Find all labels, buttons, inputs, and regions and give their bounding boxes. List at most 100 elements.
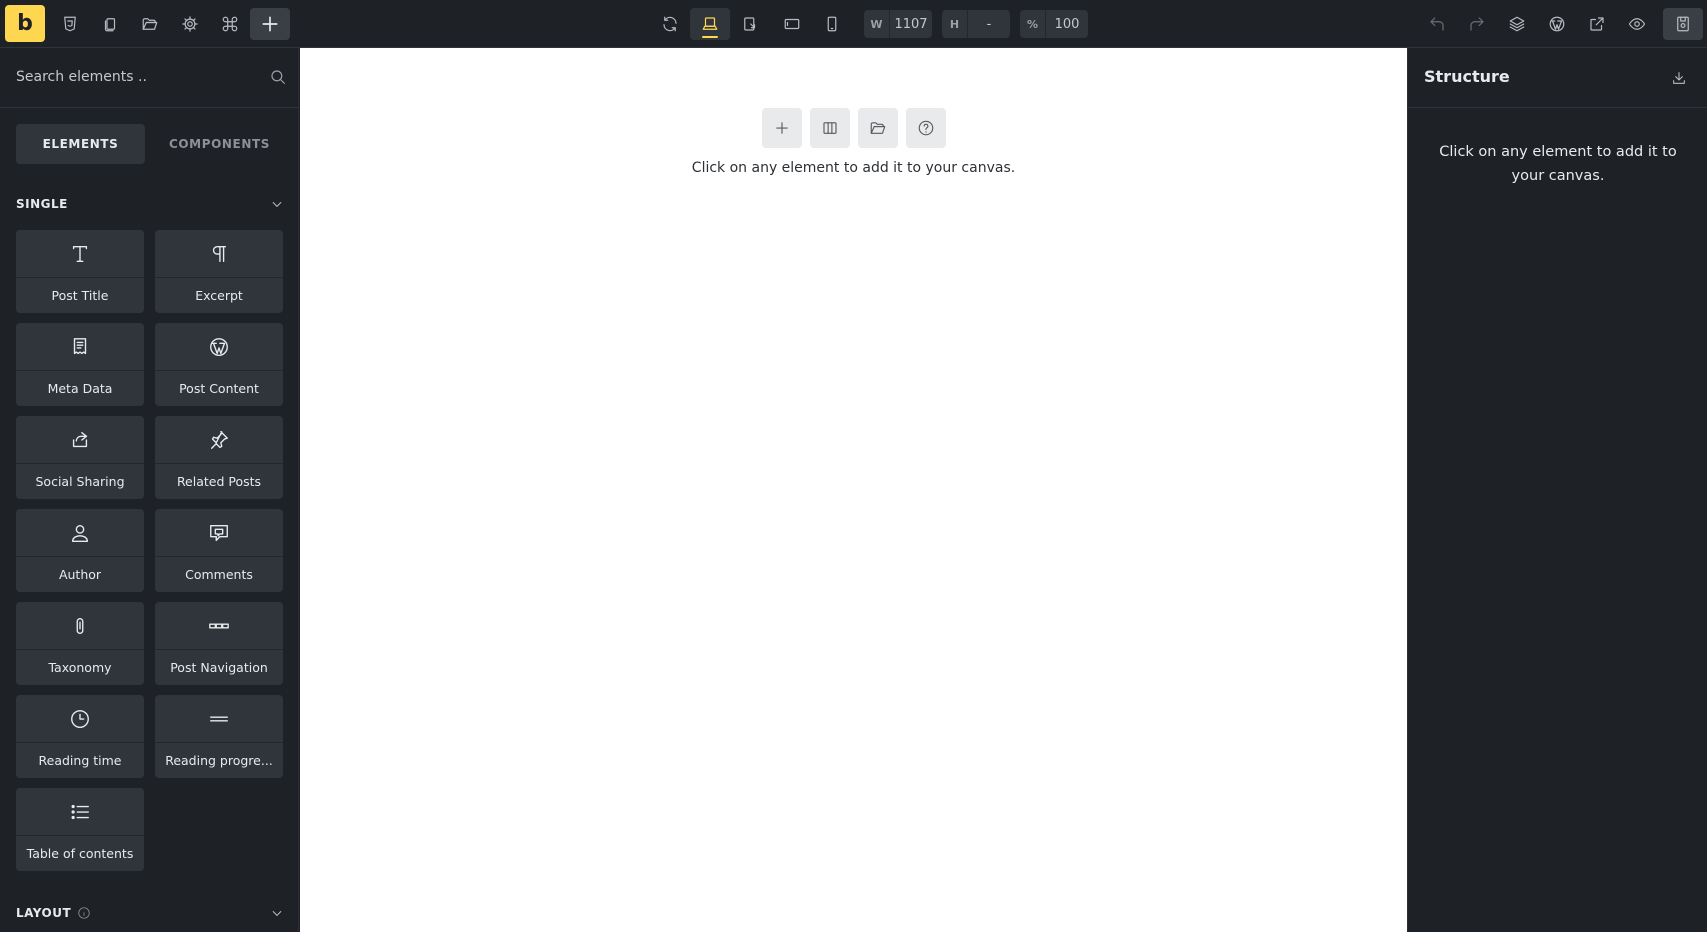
layers-icon	[1509, 16, 1525, 32]
structure-title: Structure	[1424, 67, 1510, 86]
pin-icon	[210, 430, 228, 449]
zoom-field[interactable]: % 100	[1020, 10, 1088, 38]
wordpress-icon	[1549, 16, 1565, 32]
zoom-value[interactable]: 100	[1046, 17, 1088, 32]
element-label: Post Title	[51, 288, 109, 303]
pages-icon	[104, 18, 116, 32]
settings-button[interactable]	[170, 8, 210, 40]
height-value[interactable]: -	[968, 17, 1010, 32]
tab-elements[interactable]: ELEMENTS	[16, 124, 145, 164]
redo-button[interactable]	[1457, 8, 1497, 40]
structure-panel: Structure Click on any element to add it…	[1407, 48, 1707, 932]
element-comments[interactable]: Comments	[155, 509, 283, 592]
section-title: SINGLE	[16, 197, 68, 211]
title-icon	[72, 245, 88, 262]
share-icon	[72, 431, 88, 447]
width-value[interactable]: 1107	[890, 17, 932, 32]
builder-canvas[interactable]: Click on any element to add it to your c…	[300, 48, 1407, 932]
command-palette-button[interactable]	[210, 8, 250, 40]
element-related-posts[interactable]: Related Posts	[155, 416, 283, 499]
insert-template-button[interactable]	[858, 108, 898, 148]
element-social-sharing[interactable]: Social Sharing	[16, 416, 144, 499]
breakpoint-tablet-landscape[interactable]	[730, 8, 770, 40]
element-label: Post Navigation	[170, 660, 268, 675]
undo-button[interactable]	[1417, 8, 1457, 40]
element-post-navigation[interactable]: Post Navigation	[155, 602, 283, 685]
redo-icon	[1470, 17, 1484, 31]
add-element-button[interactable]	[762, 108, 802, 148]
comments-icon	[210, 524, 228, 541]
refresh-icon	[663, 16, 677, 32]
structure-header: Structure	[1408, 48, 1707, 108]
tab-components[interactable]: COMPONENTS	[155, 124, 284, 164]
element-taxonomy[interactable]: Taxonomy	[16, 602, 144, 685]
pages-button[interactable]	[90, 8, 130, 40]
help-button[interactable]	[906, 108, 946, 148]
element-label: Author	[58, 567, 102, 582]
layers-button[interactable]	[1497, 8, 1537, 40]
info-icon[interactable]	[77, 906, 91, 920]
element-table-of-contents[interactable]: Table of contents	[16, 788, 144, 871]
element-reading-time[interactable]: Reading time	[16, 695, 144, 778]
element-post-title[interactable]: Post Title	[16, 230, 144, 313]
elements-panel: ELEMENTS COMPONENTS SINGLE Post Title Ex…	[0, 48, 299, 932]
section-layout-header[interactable]: LAYOUT	[16, 903, 284, 923]
breakpoint-desktop[interactable]	[690, 8, 730, 40]
list-icon	[71, 804, 89, 819]
search-input[interactable]	[16, 64, 256, 90]
tablet-icon	[784, 18, 800, 30]
tablet-landscape-icon	[744, 17, 756, 31]
preview-button[interactable]	[1617, 8, 1657, 40]
meta-data-icon	[73, 337, 87, 354]
external-link-icon	[1590, 17, 1604, 31]
element-label: Excerpt	[195, 288, 243, 303]
view-page-button[interactable]	[1577, 8, 1617, 40]
structure-empty-message: Click on any element to add it to your c…	[1439, 144, 1677, 184]
builder-logo[interactable]: b	[5, 5, 45, 42]
element-label: Taxonomy	[48, 660, 112, 675]
canvas-empty-message: Click on any element to add it to your c…	[691, 160, 1016, 176]
paragraph-icon	[212, 245, 227, 262]
element-meta-data[interactable]: Meta Data	[16, 323, 144, 406]
breakpoint-tablet[interactable]	[772, 8, 812, 40]
columns-icon	[823, 122, 837, 134]
canvas-toolbar	[762, 108, 946, 148]
save-button[interactable]	[1663, 8, 1703, 40]
wordpress-dashboard-button[interactable]	[1537, 8, 1577, 40]
add-section-button[interactable]	[810, 108, 850, 148]
clock-icon	[71, 709, 89, 728]
save-icon	[1677, 16, 1689, 32]
settings-icon	[182, 16, 198, 32]
element-reading-progress[interactable]: Reading progre...	[155, 695, 283, 778]
html5-button[interactable]	[50, 8, 90, 40]
element-excerpt[interactable]: Excerpt	[155, 230, 283, 313]
command-icon	[222, 16, 238, 32]
mobile-icon	[827, 16, 837, 32]
element-post-content[interactable]: Post Content	[155, 323, 283, 406]
element-label: Related Posts	[176, 474, 262, 489]
undo-icon	[1430, 17, 1444, 31]
desktop-icon	[702, 17, 718, 30]
chevron-down-icon[interactable]	[270, 906, 284, 920]
element-search	[0, 48, 299, 108]
width-field[interactable]: W 1107	[864, 10, 932, 38]
refresh-button[interactable]	[650, 8, 690, 40]
download-icon[interactable]	[1671, 70, 1687, 86]
top-toolbar: b W 1107 H - % 100	[0, 0, 1707, 48]
folder-icon	[870, 122, 886, 134]
wordpress-icon	[210, 337, 228, 356]
clip-icon	[76, 617, 84, 634]
section-single-header[interactable]: SINGLE	[16, 194, 284, 214]
progress-bar-icon	[210, 715, 228, 722]
height-field[interactable]: H -	[942, 10, 1010, 38]
chevron-down-icon[interactable]	[270, 197, 284, 211]
element-author[interactable]: Author	[16, 509, 144, 592]
html5-icon	[64, 16, 76, 32]
add-elements-button[interactable]	[250, 8, 290, 40]
templates-button[interactable]	[130, 8, 170, 40]
breakpoint-mobile[interactable]	[812, 8, 852, 40]
search-icon[interactable]	[269, 68, 287, 86]
preview-eye-icon	[1628, 18, 1646, 30]
section-title: LAYOUT	[16, 906, 72, 920]
element-label: Meta Data	[47, 381, 113, 396]
